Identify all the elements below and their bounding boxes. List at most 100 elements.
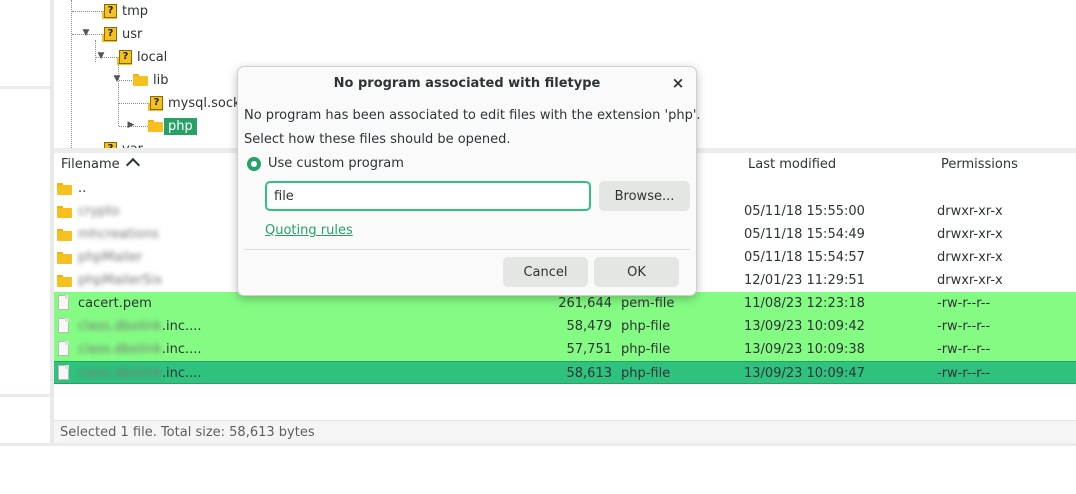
tree-guide xyxy=(119,103,148,104)
file-modified: 12/01/23 11:29:51 xyxy=(744,273,865,288)
expand-arrow-icon[interactable]: ▼ xyxy=(81,28,91,38)
sort-ascending-icon xyxy=(126,158,140,172)
file-name: .. xyxy=(78,181,86,196)
file-size: 57,751 xyxy=(522,342,612,357)
question-folder-icon: ? xyxy=(148,96,163,111)
file-modified: 05/11/18 15:55:00 xyxy=(744,204,865,219)
custom-program-radio[interactable]: Use custom program xyxy=(247,156,404,171)
file-name: class.dbolink.inc.... xyxy=(78,342,202,357)
file-name: phpMailer xyxy=(78,250,143,265)
tree-item-label: usr xyxy=(122,27,142,42)
radio-label: Use custom program xyxy=(268,156,404,171)
pane-divider xyxy=(0,394,50,397)
browse-button[interactable]: Browse... xyxy=(599,181,690,211)
file-modified: 13/09/23 10:09:38 xyxy=(744,342,865,357)
folder-icon xyxy=(57,252,72,264)
table-row-selected[interactable]: class.dbolink.inc.... 58,613 php-file 13… xyxy=(54,361,1076,384)
folder-icon xyxy=(57,206,72,218)
file-permissions: drwxr-xr-x xyxy=(937,227,1003,242)
column-header-permissions[interactable]: Permissions xyxy=(941,157,1018,172)
question-folder-icon: ? xyxy=(102,27,117,42)
tree-item-mysql-sock[interactable]: ? mysql.sock xyxy=(148,92,241,114)
tree-guide xyxy=(118,63,119,126)
left-pane xyxy=(0,0,52,444)
quoting-rules-link[interactable]: Quoting rules xyxy=(265,223,353,238)
question-folder-icon: ? xyxy=(117,50,132,65)
file-name: class.dbolink.inc.... xyxy=(78,366,202,381)
close-icon[interactable]: × xyxy=(670,74,686,92)
file-permissions: drwxr-xr-x xyxy=(937,273,1003,288)
column-header-last-modified[interactable]: Last modified xyxy=(748,157,836,172)
tree-item-var[interactable]: ? var xyxy=(102,138,143,148)
tree-item-lib[interactable]: lib xyxy=(133,69,168,91)
folder-icon xyxy=(148,120,163,132)
name-suffix: .inc.... xyxy=(162,319,202,334)
folder-icon xyxy=(133,74,148,86)
file-icon xyxy=(58,295,69,310)
expand-arrow-icon[interactable]: ▼ xyxy=(96,51,106,61)
file-name: cacert.pem xyxy=(78,296,152,311)
file-type: php-file xyxy=(621,342,670,357)
status-text: Selected 1 file. Total size: 58,613 byte… xyxy=(60,425,315,440)
folder-icon xyxy=(57,229,72,241)
file-modified: 13/09/23 10:09:42 xyxy=(744,319,865,334)
file-permissions: drwxr-xr-x xyxy=(937,250,1003,265)
file-modified: 13/09/23 10:09:47 xyxy=(744,366,865,381)
tree-item-label: mysql.sock xyxy=(168,96,241,111)
file-name: mhcreations xyxy=(78,227,159,242)
file-icon xyxy=(58,341,69,356)
tree-guide xyxy=(72,11,102,12)
expand-arrow-icon[interactable]: ▼ xyxy=(112,74,122,84)
bottom-divider xyxy=(0,443,1076,446)
tree-item-label: php xyxy=(164,118,197,135)
tree-item-php[interactable]: php xyxy=(148,115,197,137)
name-suffix: .inc.... xyxy=(162,342,202,357)
cancel-button[interactable]: Cancel xyxy=(503,257,588,287)
dialog-title: No program associated with filetype xyxy=(238,76,696,91)
dialog-separator xyxy=(244,249,690,250)
file-size: 58,479 xyxy=(522,319,612,334)
name-suffix: .inc.... xyxy=(162,366,202,381)
ok-button[interactable]: OK xyxy=(594,257,679,287)
file-permissions: -rw-r--r-- xyxy=(937,319,990,334)
file-modified: 11/08/23 12:23:18 xyxy=(744,296,865,311)
tree-item-label: local xyxy=(137,50,167,65)
file-icon xyxy=(58,318,69,333)
dialog-instruction: Select how these files should be opened. xyxy=(244,132,511,147)
file-type: php-file xyxy=(621,366,670,381)
blurred-name: class.dbolink xyxy=(78,319,162,334)
column-header-filename[interactable]: Filename xyxy=(61,157,138,172)
file-permissions: -rw-r--r-- xyxy=(937,366,990,381)
tree-item-usr[interactable]: ? usr xyxy=(102,23,142,45)
table-row[interactable]: class.dbolink.inc.... 58,479 php-file 13… xyxy=(54,315,1076,338)
tree-item-label: tmp xyxy=(122,4,148,19)
tree-item-label: lib xyxy=(153,73,168,88)
tree-item-local[interactable]: ? local xyxy=(117,46,167,68)
blurred-name: class.dbolink xyxy=(78,342,162,357)
dialog-message: No program has been associated to edit f… xyxy=(244,108,701,123)
file-modified: 05/11/18 15:54:57 xyxy=(744,250,865,265)
no-program-dialog: No program associated with filetype × No… xyxy=(237,66,697,296)
pane-divider xyxy=(0,86,50,89)
file-name: class.dbolink.inc.... xyxy=(78,319,202,334)
blurred-name: class.dbolink xyxy=(78,366,162,381)
file-name: phpMailerSix xyxy=(78,273,162,288)
file-permissions: -rw-r--r-- xyxy=(937,296,990,311)
file-size: 58,613 xyxy=(522,366,612,381)
custom-program-input[interactable] xyxy=(265,181,591,211)
tree-item-tmp[interactable]: ? tmp xyxy=(102,0,148,22)
column-header-label: Filename xyxy=(61,157,120,172)
file-name: crypto xyxy=(78,204,120,219)
file-permissions: drwxr-xr-x xyxy=(937,204,1003,219)
file-modified: 05/11/18 15:54:49 xyxy=(744,227,865,242)
folder-icon xyxy=(57,183,72,195)
question-folder-icon: ? xyxy=(102,4,117,19)
radio-selected-icon[interactable] xyxy=(247,157,261,171)
status-bar: Selected 1 file. Total size: 58,613 byte… xyxy=(54,420,1076,443)
table-row[interactable]: class.dbolink.inc.... 57,751 php-file 13… xyxy=(54,338,1076,361)
collapse-arrow-icon[interactable]: ▶ xyxy=(126,120,136,130)
folder-icon xyxy=(57,275,72,287)
file-type: php-file xyxy=(621,319,670,334)
file-permissions: -rw-r--r-- xyxy=(937,342,990,357)
tree-guide xyxy=(71,0,72,148)
